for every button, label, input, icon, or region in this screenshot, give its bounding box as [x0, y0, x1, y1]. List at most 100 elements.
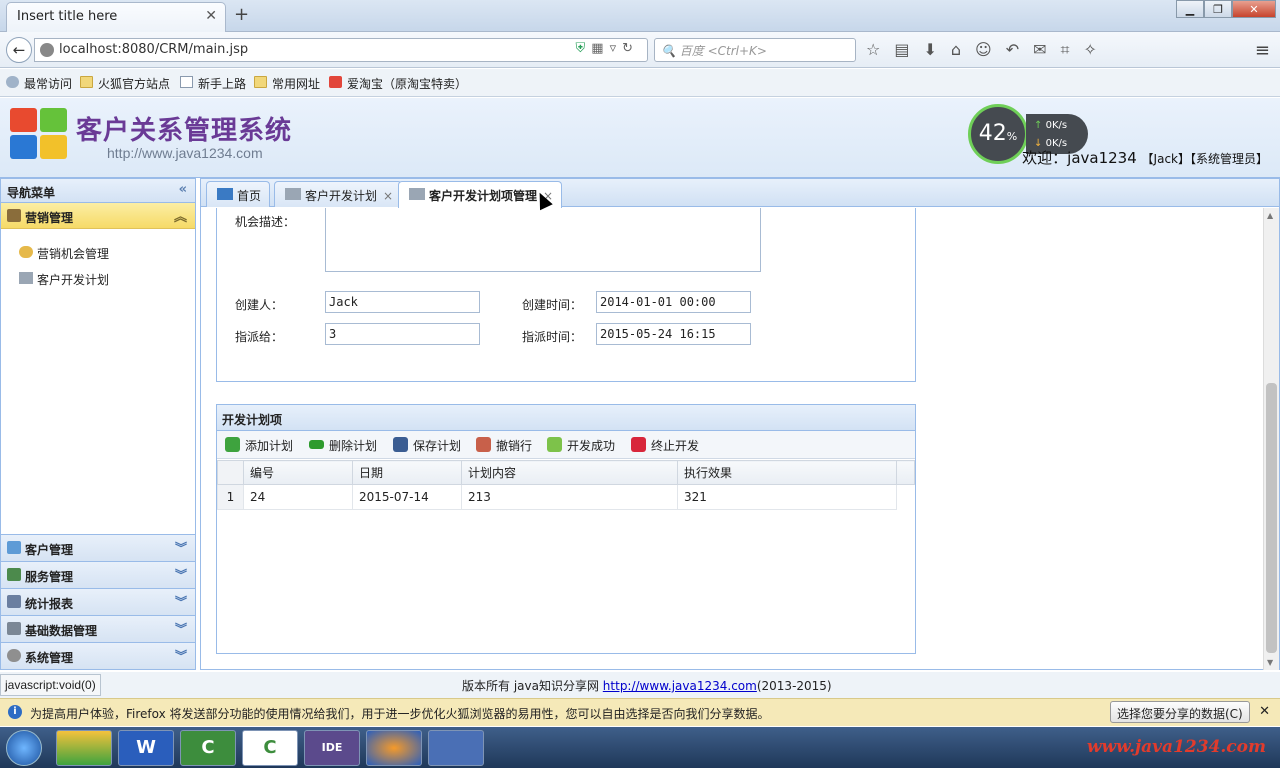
nav-section-system[interactable]: 系统管理 ︾ [1, 642, 195, 669]
minimize-button[interactable]: ▁ [1176, 0, 1204, 18]
close-icon[interactable]: ✕ [1259, 704, 1270, 719]
remove-icon [309, 440, 324, 449]
tab-dev-plan[interactable]: 客户开发计划 × [274, 181, 403, 207]
globe-icon [40, 43, 54, 57]
creator-label: 创建人： [235, 298, 284, 312]
taobao-icon [329, 76, 342, 88]
share-data-button[interactable]: 选择您要分享的数据(C) [1110, 701, 1250, 723]
column-header[interactable]: 计划内容 [461, 460, 678, 485]
creator-field[interactable]: Jack [325, 291, 480, 313]
comment-icon[interactable]: ✉ [1033, 40, 1060, 59]
collapse-left-icon[interactable]: « [179, 182, 187, 197]
taskbar-app-other[interactable] [428, 730, 484, 766]
dropdown-icon[interactable]: ▿ [610, 41, 623, 56]
star-icon[interactable]: ☆ [866, 40, 894, 59]
undo-row-button[interactable]: 撤销行 [476, 437, 532, 454]
stop-dev-button[interactable]: 终止开发 [631, 437, 699, 454]
new-tab-button[interactable]: + [234, 4, 249, 25]
tab-strip: 首页 客户开发计划 × 客户开发计划项管理 × [201, 179, 1279, 208]
folder-icon [254, 76, 267, 88]
nav-item-opportunity[interactable]: 营销机会管理 [1, 239, 195, 265]
table-row[interactable]: 1 24 2015-07-14 213 321 [217, 484, 915, 510]
page-icon [180, 76, 193, 88]
back-button[interactable]: ← [6, 37, 32, 63]
url-bar[interactable]: localhost:8080/CRM/main.jsp ⛨▦▿↻ [34, 38, 648, 62]
copyright: 版本所有 java知识分享网 http://www.java1234.com(2… [462, 679, 832, 693]
taskbar-app-camtasia-2[interactable]: C [242, 730, 298, 766]
scroll-thumb[interactable] [1266, 383, 1277, 653]
logo-icon [10, 108, 68, 160]
add-plan-button[interactable]: 添加计划 [225, 437, 293, 454]
puzzle-icon[interactable]: ✧ [1084, 40, 1111, 59]
nav-section-service[interactable]: 服务管理 ︾ [1, 561, 195, 588]
reading-list-icon[interactable]: ▤ [894, 40, 923, 59]
cell-effect[interactable]: 321 [677, 484, 897, 510]
column-header[interactable]: 编号 [243, 460, 353, 485]
search-input[interactable]: 🔍 百度 <Ctrl+K> [654, 38, 856, 62]
save-plan-button[interactable]: 保存计划 [393, 437, 461, 454]
create-time-label: 创建时间： [522, 298, 583, 312]
add-icon [225, 437, 240, 452]
qr-icon[interactable]: ▦ [591, 41, 609, 56]
row-number: 1 [217, 484, 244, 510]
chevron-down-icon[interactable]: ︾ [175, 539, 187, 556]
scroll-up-icon[interactable]: ▲ [1267, 211, 1273, 220]
reload-icon[interactable]: ↻ [622, 41, 639, 56]
crop-icon[interactable]: ⌗ [1061, 40, 1084, 59]
maximize-button[interactable]: ❐ [1204, 0, 1232, 18]
gear-icon [6, 76, 19, 88]
watermark: www.java1234.com [1086, 737, 1266, 757]
home-icon[interactable]: ⌂ [951, 40, 975, 59]
cell-date[interactable]: 2015-07-14 [352, 484, 462, 510]
cell-id[interactable]: 24 [243, 484, 353, 510]
dev-success-button[interactable]: 开发成功 [547, 437, 615, 454]
coins-icon [19, 246, 33, 258]
chevron-down-icon[interactable]: ︾ [175, 620, 187, 637]
plan-items-table: 编号 日期 计划内容 执行效果 1 24 2015-07-14 213 321 [217, 460, 915, 510]
chat-icon[interactable]: ☺ [975, 40, 1006, 59]
chevron-up-icon[interactable]: ︽ [174, 206, 187, 225]
taskbar-app-javaee-ide[interactable]: IDE [304, 730, 360, 766]
assign-field[interactable]: 3 [325, 323, 480, 345]
shield-icon[interactable]: ⛨ [576, 41, 592, 56]
bookmark-getting-started[interactable]: 新手上路 [180, 75, 246, 91]
memory-gauge[interactable]: 42% [968, 104, 1028, 164]
close-window-button[interactable]: ✕ [1232, 0, 1276, 18]
bookmark-most-visited[interactable]: 最常访问 [6, 75, 72, 91]
undo-icon[interactable]: ↶ [1006, 40, 1033, 59]
taskbar-app-camtasia[interactable]: C [180, 730, 236, 766]
column-header[interactable]: 日期 [352, 460, 462, 485]
copyright-link[interactable]: http://www.java1234.com [603, 679, 757, 693]
desc-textarea[interactable] [325, 208, 761, 272]
bookmark-firefox-site[interactable]: 火狐官方站点 [80, 75, 170, 91]
browser-tab-title: Insert title here [17, 9, 118, 24]
cell-content[interactable]: 213 [461, 484, 678, 510]
nav-section-customer[interactable]: 客户管理 ︾ [1, 534, 195, 561]
close-icon[interactable]: × [383, 189, 393, 203]
browser-tab[interactable]: Insert title here ✕ [6, 2, 226, 32]
vertical-scrollbar[interactable]: ▲ ▼ [1263, 208, 1279, 670]
url-text: localhost:8080/CRM/main.jsp [59, 42, 249, 57]
bookmark-taobao[interactable]: 爱淘宝（原淘宝特卖） [329, 75, 467, 91]
taskbar-app-pinwheel[interactable] [56, 730, 112, 766]
taskbar-app-word[interactable]: W [118, 730, 174, 766]
scroll-down-icon[interactable]: ▼ [1267, 658, 1273, 667]
delete-plan-button[interactable]: 删除计划 [309, 437, 377, 454]
taskbar-app-firefox[interactable] [366, 730, 422, 766]
nav-section-basedata[interactable]: 基础数据管理 ︾ [1, 615, 195, 642]
close-tab-icon[interactable]: ✕ [205, 8, 217, 24]
chevron-down-icon[interactable]: ︾ [175, 566, 187, 583]
tab-home[interactable]: 首页 [206, 181, 271, 207]
nav-section-report[interactable]: 统计报表 ︾ [1, 588, 195, 615]
column-header[interactable]: 执行效果 [677, 460, 897, 485]
create-time-field[interactable]: 2014-01-01 00:00 [596, 291, 751, 313]
assign-time-field[interactable]: 2015-05-24 16:15 [596, 323, 751, 345]
nav-section-marketing[interactable]: 营销管理 ︽ [1, 203, 195, 229]
chevron-down-icon[interactable]: ︾ [175, 647, 187, 664]
bookmark-common-sites[interactable]: 常用网址 [254, 75, 320, 91]
download-icon[interactable]: ⬇ [923, 40, 950, 59]
chevron-down-icon[interactable]: ︾ [175, 593, 187, 610]
nav-item-dev-plan[interactable]: 客户开发计划 [1, 265, 195, 291]
start-button[interactable] [6, 730, 42, 766]
menu-icon[interactable]: ≡ [1255, 40, 1270, 61]
